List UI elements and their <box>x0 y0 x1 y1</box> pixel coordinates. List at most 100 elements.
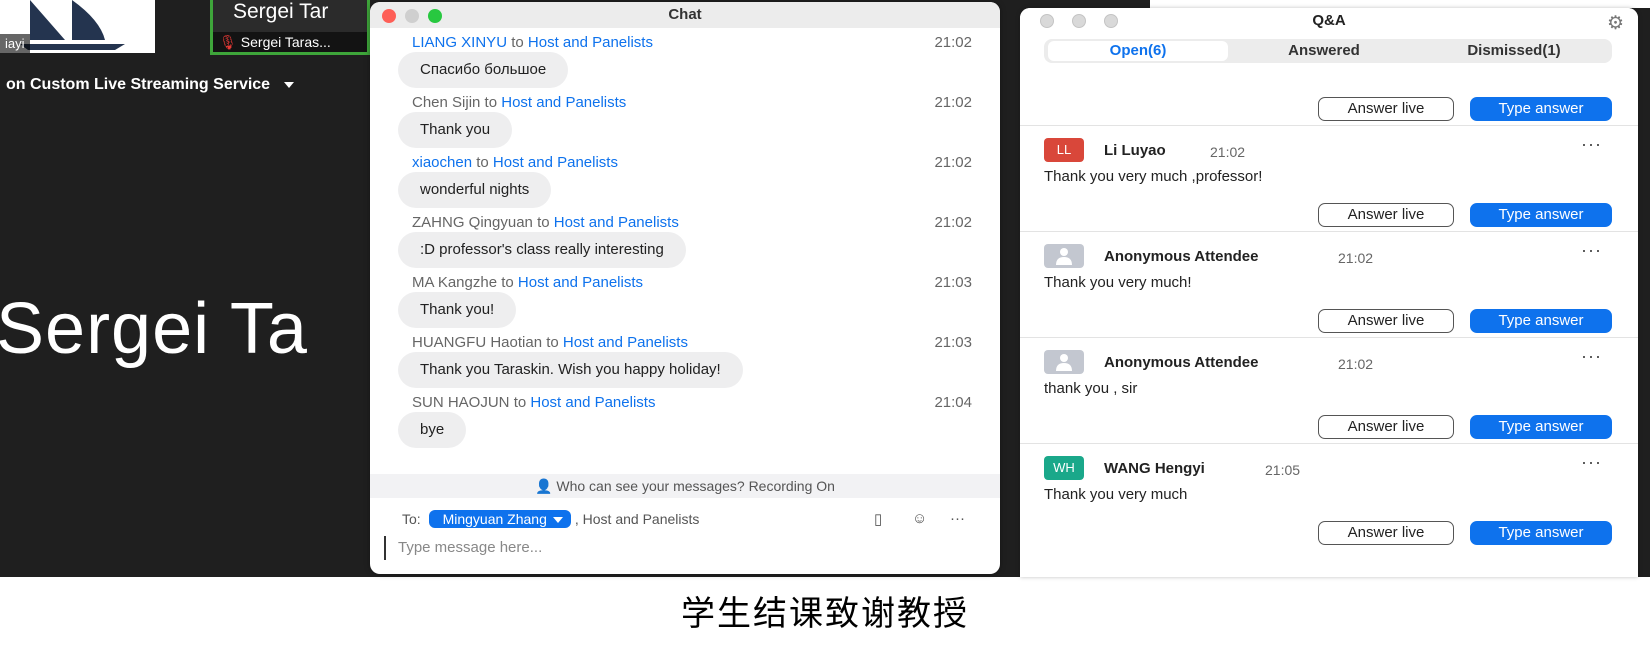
participant-thumbnail-1[interactable]: iayi <box>0 0 155 53</box>
figure-caption: 学生结课致谢教授 <box>681 594 969 634</box>
chat-message-sender[interactable]: Chen Sijin <box>412 94 480 111</box>
type-answer-button[interactable]: Type answer <box>1470 309 1612 333</box>
chat-message-sender[interactable]: xiaochen <box>412 154 472 171</box>
live-streaming-label: on Custom Live Streaming Service <box>6 76 271 93</box>
chat-message-header: xiaochen to Host and Panelists <box>412 154 618 171</box>
chat-window: Chat LIANG XINYU to Host and Panelists 21… <box>370 2 1000 574</box>
chat-message-bubble: Thank you Taraskin. Wish you happy holid… <box>398 352 743 388</box>
avatar: WH <box>1044 456 1084 480</box>
chat-message-bubble: Спасибо большое <box>398 52 569 88</box>
chat-message: ZAHNG Qingyuan to Host and Panelists 21:0… <box>370 214 1000 276</box>
more-options-icon[interactable]: ··· <box>1581 452 1602 473</box>
question-text: Thank you very much <box>1044 486 1188 503</box>
question-time: 21:02 <box>1338 250 1374 266</box>
chat-message: LIANG XINYU to Host and Panelists 21:02 Сп… <box>370 34 1000 96</box>
question-item: WH WANG Hengyi 21:05 ··· Thank you very much… <box>1020 443 1638 555</box>
chat-message-to-word: to <box>484 94 498 111</box>
chat-message-time: 21:02 <box>934 94 972 111</box>
avatar-initials: LL <box>1056 142 1072 157</box>
participant-thumbnail-active-speaker[interactable]: Sergei Tar 🎙 Sergei Taras... <box>210 0 370 55</box>
chat-title: Chat <box>668 6 702 23</box>
question-text: thank you , sir <box>1044 380 1138 397</box>
chat-message-recipient[interactable]: Host and Panelists <box>528 34 653 51</box>
live-streaming-status[interactable]: on Custom Live Streaming Service <box>6 76 295 94</box>
chat-message: SUN HAOJUN to Host and Panelists 21:04 bye <box>370 394 1000 456</box>
answer-live-button[interactable]: Answer live <box>1318 203 1454 227</box>
to-label: To: <box>402 511 421 527</box>
chevron-down-icon <box>284 81 295 88</box>
chat-message-to-word: to <box>476 154 489 171</box>
chat-message-bubble: Thank you! <box>398 292 517 328</box>
chat-message-header: MA Kangzhe to Host and Panelists <box>412 274 643 291</box>
chat-message-bubble: bye <box>398 412 467 448</box>
answer-live-button[interactable]: Answer live <box>1318 97 1454 121</box>
more-options-icon[interactable]: ··· <box>950 510 965 527</box>
question-author: WANG Hengyi <box>1104 460 1205 477</box>
qa-window: Q&A ⚙ Open(6) Answered Dismissed(1) Answ… <box>1020 8 1638 577</box>
chat-message-to-word: to <box>501 274 514 291</box>
qa-titlebar: Q&A ⚙ <box>1020 8 1638 34</box>
question-text: Thank you very much! <box>1044 274 1192 291</box>
chat-message-header: LIANG XINYU to Host and Panelists <box>412 34 653 51</box>
chat-message: xiaochen to Host and Panelists 21:02 wonde… <box>370 154 1000 216</box>
type-answer-button[interactable]: Type answer <box>1470 415 1612 439</box>
avatar-initials: WH <box>1053 460 1075 475</box>
more-options-icon[interactable]: ··· <box>1581 240 1602 261</box>
file-icon[interactable]: ▯ <box>874 510 882 528</box>
tab-dismissed[interactable]: Dismissed(1) <box>1420 41 1608 61</box>
chat-message-recipient[interactable]: Host and Panelists <box>501 94 626 111</box>
chat-message-recipient[interactable]: Host and Panelists <box>554 214 679 231</box>
chat-message-sender[interactable]: SUN HAOJUN <box>412 394 510 411</box>
avatar: LL <box>1044 138 1084 162</box>
chat-titlebar: Chat <box>370 2 1000 28</box>
chat-message-to-word: to <box>511 34 524 51</box>
chat-message-recipient[interactable]: Host and Panelists <box>530 394 655 411</box>
more-options-icon[interactable]: ··· <box>1581 134 1602 155</box>
chat-message-header: HUANGFU Haotian to Host and Panelists <box>412 334 688 351</box>
participant-thumbnail-2-name: Sergei Taras... <box>240 34 331 50</box>
question-item: Anonymous Attendee 21:02 ··· Thank you very… <box>1020 231 1638 343</box>
avatar <box>1044 244 1084 268</box>
chat-message-to-word: to <box>546 334 559 351</box>
type-answer-button[interactable]: Type answer <box>1470 97 1612 121</box>
chat-message-sender[interactable]: HUANGFU Haotian <box>412 334 542 351</box>
participant-thumbnail-2-label: 🎙 Sergei Taras... <box>213 32 367 52</box>
chat-message-recipient[interactable]: Host and Panelists <box>493 154 618 171</box>
message-input[interactable]: Type message here... <box>384 536 984 560</box>
message-visibility-notice[interactable]: 👤 Who can see your messages? Recording O… <box>370 474 1000 498</box>
tab-open[interactable]: Open(6) <box>1048 41 1228 61</box>
chat-message-recipient[interactable]: Host and Panelists <box>518 274 643 291</box>
answer-live-button[interactable]: Answer live <box>1318 521 1454 545</box>
anonymous-user-icon <box>1056 248 1072 265</box>
chat-message: HUANGFU Haotian to Host and Panelists 21:… <box>370 334 1000 396</box>
anonymous-user-icon <box>1056 354 1072 371</box>
top-strip <box>1150 0 1650 8</box>
recipient-select[interactable]: Mingyuan Zhang <box>428 510 571 528</box>
chat-message-header: SUN HAOJUN to Host and Panelists <box>412 394 655 411</box>
question-author: Anonymous Attendee <box>1104 354 1259 371</box>
type-answer-button[interactable]: Type answer <box>1470 203 1612 227</box>
answer-live-button[interactable]: Answer live <box>1318 309 1454 333</box>
more-options-icon[interactable]: ··· <box>1581 346 1602 367</box>
question-time: 21:02 <box>1338 356 1374 372</box>
chat-toolbar: ▯ ☺ ··· <box>874 510 974 530</box>
chat-message-sender[interactable]: ZAHNG Qingyuan <box>412 214 533 231</box>
chevron-down-icon <box>552 517 563 524</box>
chat-message-recipient[interactable]: Host and Panelists <box>563 334 688 351</box>
user-visibility-icon: 👤 <box>535 478 553 494</box>
gear-icon[interactable]: ⚙ <box>1607 12 1624 35</box>
tab-answered[interactable]: Answered <box>1234 41 1414 61</box>
chat-message-sender[interactable]: MA Kangzhe <box>412 274 497 291</box>
chat-message-time: 21:03 <box>934 334 972 351</box>
chat-message: MA Kangzhe to Host and Panelists 21:03 Tha… <box>370 274 1000 336</box>
chat-message-sender[interactable]: LIANG XINYU <box>412 34 507 51</box>
chat-message: Chen Sijin to Host and Panelists 21:02 Tha… <box>370 94 1000 156</box>
chat-message-time: 21:02 <box>934 154 972 171</box>
question-time: 21:05 <box>1265 462 1301 478</box>
type-answer-button[interactable]: Type answer <box>1470 521 1612 545</box>
question-time: 21:02 <box>1210 144 1246 160</box>
muted-mic-icon: 🎙 <box>219 34 237 50</box>
emoji-icon[interactable]: ☺ <box>912 510 927 527</box>
chat-message-to-word: to <box>513 394 527 411</box>
answer-live-button[interactable]: Answer live <box>1318 415 1454 439</box>
